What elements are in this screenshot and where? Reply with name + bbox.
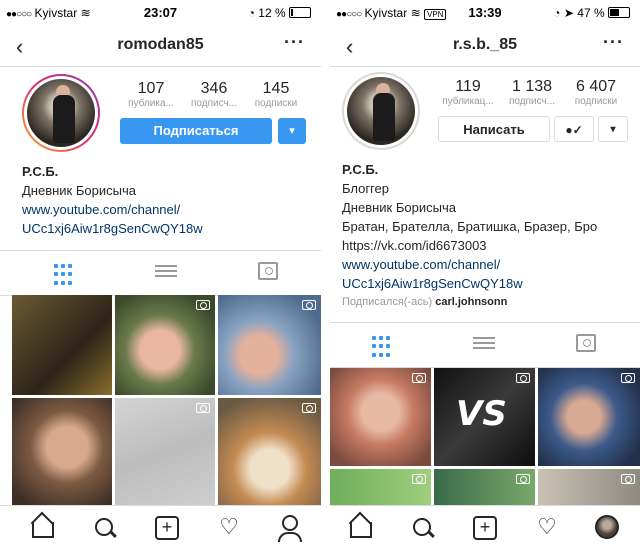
status-bar: ●●○○○ Kyivstar ≋ 23:07 ◔ 12 % — [0, 0, 321, 26]
video-icon — [302, 300, 316, 310]
battery-percent: 47 % — [577, 6, 605, 20]
photo-thumbnail[interactable] — [12, 398, 112, 507]
video-icon — [621, 474, 635, 484]
bio-line: Блоггер — [342, 181, 390, 196]
battery-icon — [608, 7, 630, 18]
add-icon[interactable]: + — [154, 514, 180, 540]
bio-link[interactable]: www.youtube.com/channel/ — [22, 200, 203, 219]
photo-thumbnail[interactable] — [538, 368, 640, 466]
message-button[interactable]: Написать — [438, 116, 550, 142]
bottom-tab-bar: + ♡ — [330, 505, 640, 548]
bio-line: https://vk.com/id6673003 — [342, 238, 487, 253]
profile-view-tabs — [0, 250, 321, 296]
stat-following[interactable]: 145 подписки — [246, 80, 306, 109]
bio-line: Дневник Борисыча — [22, 183, 136, 198]
full-name: Р.С.Б. — [22, 164, 59, 179]
profile-header: ‹ romodan85 ··· — [0, 26, 321, 67]
profile-header: ‹ r.s.b._85 ··· — [330, 26, 640, 67]
stat-followers[interactable]: 1 138 подписч... — [502, 78, 562, 107]
video-icon — [196, 403, 210, 413]
list-icon[interactable] — [155, 262, 177, 284]
search-icon[interactable] — [410, 514, 436, 540]
profile-bio: Р.С.Б. Дневник Борисыча www.youtube.com/… — [22, 162, 203, 238]
left-phone-screen: ●●○○○ Kyivstar ≋ 23:07 ◔ 12 % ‹ romodan8… — [0, 0, 321, 548]
photo-thumbnail[interactable] — [12, 295, 112, 395]
home-icon[interactable] — [30, 514, 56, 540]
photo-grid: VS — [330, 368, 640, 506]
video-icon — [621, 373, 635, 383]
stat-followers[interactable]: 346 подписч... — [184, 80, 244, 109]
more-options-icon[interactable]: ··· — [603, 32, 624, 53]
heart-icon[interactable]: ♡ — [534, 514, 560, 540]
more-options-icon[interactable]: ··· — [284, 32, 305, 53]
status-bar: ●●○○○ Kyivstar ≋ VPN 13:39 ◔ ➤ 47 % — [330, 0, 640, 26]
photo-thumbnail[interactable] — [218, 295, 321, 395]
stat-posts[interactable]: 119 публикац... — [438, 78, 498, 107]
tagged-icon[interactable] — [576, 334, 596, 352]
vs-text: VS — [456, 394, 507, 434]
suggested-caret-button[interactable]: ▾ — [598, 116, 628, 142]
following-check-button[interactable]: ●✓ — [554, 116, 594, 142]
profile-username: r.s.b._85 — [452, 36, 518, 53]
battery-percent: 12 % — [258, 6, 286, 20]
divider — [321, 0, 330, 548]
video-icon — [412, 474, 426, 484]
photo-thumbnail[interactable] — [115, 295, 215, 395]
video-icon — [516, 474, 530, 484]
grid-icon[interactable] — [52, 262, 78, 288]
video-icon — [412, 373, 426, 383]
search-icon[interactable] — [92, 514, 118, 540]
stat-posts[interactable]: 107 публика... — [121, 80, 181, 109]
follow-button[interactable]: Подписаться — [120, 118, 272, 144]
profile-avatar-tab[interactable] — [594, 514, 620, 540]
photo-thumbnail[interactable] — [330, 469, 431, 506]
photo-thumbnail[interactable] — [115, 398, 215, 507]
battery-icon — [289, 7, 311, 18]
alarm-icon: ◔ — [247, 6, 255, 20]
photo-thumbnail[interactable] — [434, 469, 535, 506]
add-icon[interactable]: + — [472, 514, 498, 540]
right-phone-screen: ●●○○○ Kyivstar ≋ VPN 13:39 ◔ ➤ 47 % ‹ r.… — [330, 0, 640, 548]
followed-by[interactable]: Подписался(-ась) carl.johnsonn — [342, 293, 597, 312]
photo-thumbnail[interactable] — [538, 469, 640, 506]
alarm-icon: ◔ — [553, 6, 561, 20]
profile-avatar[interactable] — [342, 72, 420, 150]
suggested-caret-button[interactable]: ▾ — [278, 118, 306, 144]
photo-thumbnail[interactable] — [218, 398, 321, 507]
profile-username: romodan85 — [117, 36, 204, 53]
profile-bio: Р.С.Б. Блоггер Дневник Борисыча Братан, … — [342, 160, 597, 312]
tagged-icon[interactable] — [258, 262, 278, 280]
heart-icon[interactable]: ♡ — [216, 514, 242, 540]
video-icon — [516, 373, 530, 383]
photo-thumbnail[interactable] — [330, 368, 431, 466]
photo-thumbnail[interactable]: VS — [434, 368, 535, 466]
bio-link[interactable]: www.youtube.com/channel/ — [342, 255, 597, 274]
video-icon — [302, 403, 316, 413]
photo-grid — [0, 295, 321, 507]
person-check-icon: ●✓ — [565, 123, 583, 137]
bio-line: Дневник Борисыча — [342, 200, 456, 215]
grid-icon[interactable] — [370, 334, 396, 360]
followed-by-user: carl.johnsonn — [435, 296, 508, 308]
bottom-tab-bar: + ♡ — [0, 505, 321, 548]
full-name: Р.С.Б. — [342, 162, 379, 177]
profile-icon[interactable] — [277, 514, 303, 542]
list-icon[interactable] — [473, 334, 495, 356]
stat-following[interactable]: 6 407 подписки — [566, 78, 626, 107]
video-icon — [196, 300, 210, 310]
bio-link-cont[interactable]: UCc1xj6Aiw1r8gSenCwQY18w — [22, 219, 203, 238]
home-icon[interactable] — [348, 514, 374, 540]
bio-link-cont[interactable]: UCc1xj6Aiw1r8gSenCwQY18w — [342, 274, 597, 293]
location-icon: ➤ — [563, 6, 574, 20]
profile-view-tabs — [330, 322, 640, 368]
profile-avatar[interactable] — [22, 74, 100, 152]
bio-line: Братан, Брателла, Братишка, Бразер, Бро — [342, 219, 598, 234]
